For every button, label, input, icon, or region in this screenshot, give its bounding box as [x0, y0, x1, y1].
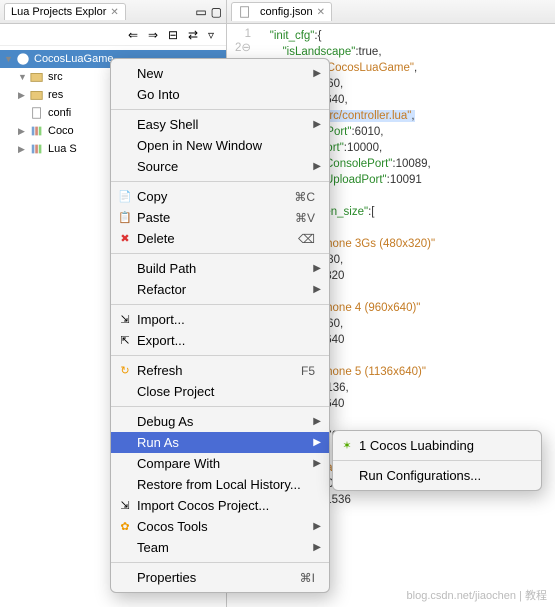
chevron-right-icon: ▶: [313, 521, 321, 532]
link-icon[interactable]: ⇄: [188, 28, 202, 42]
import-icon: ⇲: [117, 312, 133, 328]
line-number: 2⊖: [227, 40, 251, 54]
back-icon[interactable]: ⇐: [128, 28, 142, 42]
chevron-right-icon[interactable]: ▶: [18, 90, 30, 101]
ctx-new[interactable]: New▶: [111, 63, 329, 84]
tree-label: confi: [48, 107, 71, 119]
copy-icon: 📄: [117, 189, 133, 205]
file-icon: [30, 106, 44, 120]
separator: [111, 406, 329, 407]
ctx-import-cocos[interactable]: ⇲Import Cocos Project...: [111, 495, 329, 516]
tree-label: CocosLuaGame: [34, 53, 114, 65]
separator: [111, 109, 329, 110]
forward-icon[interactable]: ⇒: [148, 28, 162, 42]
delete-icon: ✖: [117, 231, 133, 247]
ctx-team[interactable]: Team▶: [111, 537, 329, 558]
gear-icon: ✿: [117, 519, 133, 535]
ctx-build-path[interactable]: Build Path▶: [111, 258, 329, 279]
collapse-icon[interactable]: ⊟: [168, 28, 182, 42]
chevron-right-icon: ▶: [313, 542, 321, 553]
import-icon: ⇲: [117, 498, 133, 514]
submenu-run-configurations[interactable]: Run Configurations...: [333, 465, 541, 486]
ctx-source[interactable]: Source▶: [111, 156, 329, 177]
folder-icon: [30, 88, 44, 102]
editor-header: config.json ✕: [227, 0, 555, 24]
submenu-cocos-luabinding[interactable]: ✶1 Cocos Luabinding: [333, 435, 541, 456]
chevron-right-icon: ▶: [313, 119, 321, 130]
ctx-cocos-tools[interactable]: ✿Cocos Tools▶: [111, 516, 329, 537]
ctx-properties[interactable]: Properties⌘I: [111, 567, 329, 588]
ctx-export[interactable]: ⇱Export...: [111, 330, 329, 351]
chevron-right-icon: ▶: [313, 284, 321, 295]
tree-label: Coco: [48, 125, 74, 137]
close-icon[interactable]: ✕: [317, 7, 325, 18]
ctx-run-as[interactable]: Run As▶: [111, 432, 329, 453]
ctx-compare-with[interactable]: Compare With▶: [111, 453, 329, 474]
minimize-icon[interactable]: ▭: [195, 5, 206, 19]
file-icon: [238, 5, 252, 19]
chevron-right-icon: ▶: [313, 437, 321, 448]
library-icon: [30, 142, 44, 156]
ctx-delete[interactable]: ✖Delete⌫: [111, 228, 329, 249]
separator: [111, 355, 329, 356]
ctx-close-project[interactable]: Close Project: [111, 381, 329, 402]
chevron-right-icon: ▶: [313, 263, 321, 274]
ctx-debug-as[interactable]: Debug As▶: [111, 411, 329, 432]
ctx-easy-shell[interactable]: Easy Shell▶: [111, 114, 329, 135]
chevron-right-icon[interactable]: ▶: [18, 126, 30, 137]
ctx-import[interactable]: ⇲Import...: [111, 309, 329, 330]
tree-label: Lua S: [48, 143, 77, 155]
maximize-icon[interactable]: ▢: [211, 5, 222, 19]
folder-icon: [30, 70, 44, 84]
ctx-copy[interactable]: 📄Copy⌘C: [111, 186, 329, 207]
explorer-header: Lua Projects Explor ✕ ▭ ▢: [0, 0, 226, 24]
project-icon: [16, 52, 30, 66]
chevron-right-icon[interactable]: ▶: [18, 144, 30, 155]
editor-tab[interactable]: config.json ✕: [231, 2, 332, 21]
ctx-restore[interactable]: Restore from Local History...: [111, 474, 329, 495]
chevron-down-icon[interactable]: ▼: [4, 54, 16, 64]
ctx-refactor[interactable]: Refactor▶: [111, 279, 329, 300]
separator: [111, 304, 329, 305]
refresh-icon: ↻: [117, 363, 133, 379]
tree-label: src: [48, 71, 63, 83]
run-as-submenu: ✶1 Cocos Luabinding Run Configurations..…: [332, 430, 542, 491]
explorer-tab-title: Lua Projects Explor: [11, 6, 106, 18]
run-icon: ✶: [339, 438, 355, 454]
separator: [111, 562, 329, 563]
chevron-right-icon: ▶: [313, 68, 321, 79]
paste-icon: 📋: [117, 210, 133, 226]
ctx-go-into[interactable]: Go Into: [111, 84, 329, 105]
export-icon: ⇱: [117, 333, 133, 349]
explorer-tab[interactable]: Lua Projects Explor ✕: [4, 3, 126, 20]
explorer-toolbar: ⇐ ⇒ ⊟ ⇄ ▿: [0, 24, 226, 46]
chevron-right-icon: ▶: [313, 161, 321, 172]
ctx-open-new-window[interactable]: Open in New Window: [111, 135, 329, 156]
chevron-right-icon: ▶: [313, 458, 321, 469]
separator: [333, 460, 541, 461]
line-number: 1: [227, 28, 251, 40]
menu-icon[interactable]: ▿: [208, 28, 222, 42]
ctx-refresh[interactable]: ↻RefreshF5: [111, 360, 329, 381]
separator: [111, 253, 329, 254]
library-icon: [30, 124, 44, 138]
context-menu: New▶ Go Into Easy Shell▶ Open in New Win…: [110, 58, 330, 593]
tree-label: res: [48, 89, 63, 101]
ctx-paste[interactable]: 📋Paste⌘V: [111, 207, 329, 228]
chevron-down-icon[interactable]: ▼: [18, 72, 30, 82]
separator: [111, 181, 329, 182]
editor-tab-title: config.json: [260, 6, 313, 18]
watermark: blog.csdn.net/jiaochen | 教程: [407, 587, 547, 603]
close-icon[interactable]: ✕: [110, 7, 118, 18]
chevron-right-icon: ▶: [313, 416, 321, 427]
